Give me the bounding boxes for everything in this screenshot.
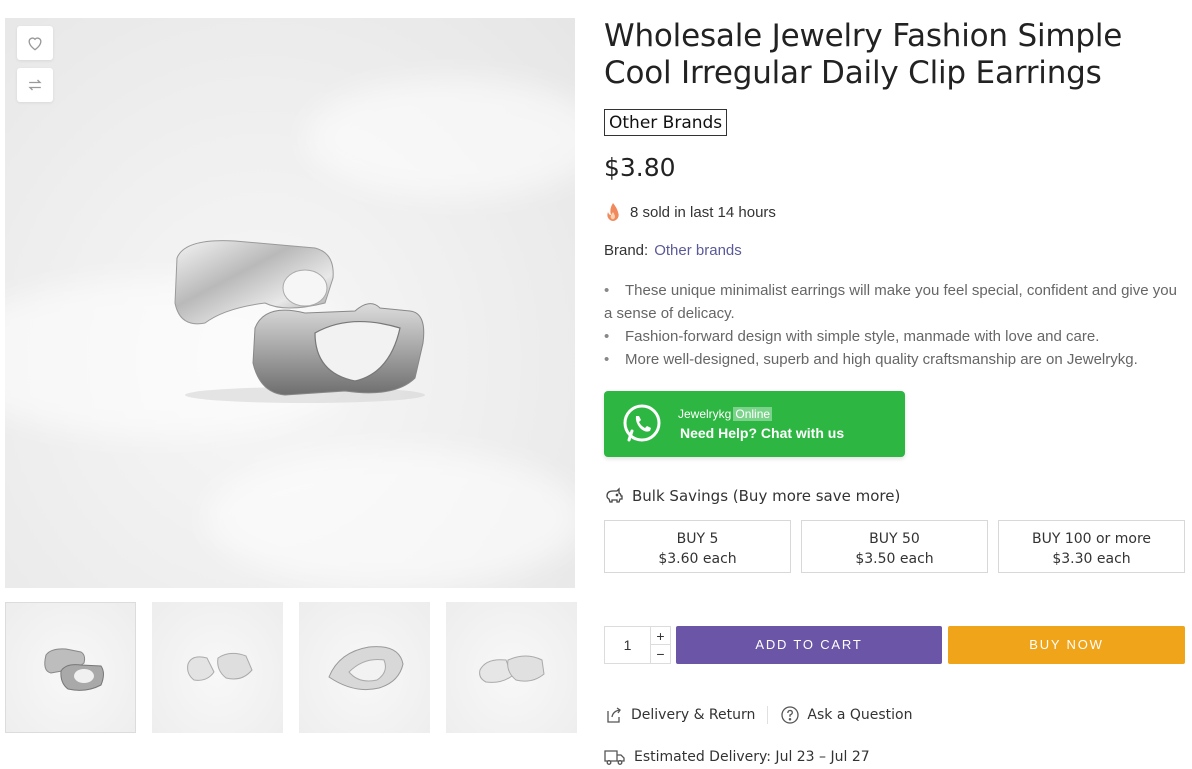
brand-line: Brand: Other brands: [604, 242, 1186, 259]
sold-counter: 8 sold in last 14 hours: [604, 202, 1186, 222]
whatsapp-name: Jewelrykg: [678, 407, 732, 421]
online-badge: Online: [733, 407, 773, 421]
share-box-icon: [607, 707, 621, 723]
bulk-savings-header: Bulk Savings (Buy more save more): [604, 486, 1186, 506]
delivery-return-label: Delivery & Return: [631, 707, 756, 723]
brand-link[interactable]: Other brands: [654, 242, 742, 259]
question-circle-icon: [781, 706, 800, 724]
quantity-stepper: 1 + −: [604, 626, 671, 664]
purchase-row: 1 + − ADD TO CART BUY NOW: [604, 626, 1186, 664]
thumbnail-strip: [5, 602, 577, 733]
estimated-delivery: Estimated Delivery: Jul 23 – Jul 27: [604, 748, 870, 766]
feature-item: • Fashion-forward design with simple styl…: [604, 328, 1100, 345]
bulk-tier-100[interactable]: BUY 100 or more $3.30 each: [998, 520, 1185, 573]
estimated-delivery-text: Estimated Delivery: Jul 23 – Jul 27: [634, 749, 870, 765]
brand-label: Brand:: [604, 242, 649, 259]
truck-icon: [604, 750, 625, 765]
whatsapp-chat-button[interactable]: Jewelrykg Online Need Help? Chat with us: [604, 391, 905, 457]
sold-text: 8 sold in last 14 hours: [630, 203, 776, 221]
buy-now-button[interactable]: BUY NOW: [948, 626, 1185, 664]
ask-question-label: Ask a Question: [807, 707, 913, 723]
compare-button[interactable]: [17, 68, 53, 102]
tier-price: $3.60 each: [658, 551, 737, 567]
info-links: Delivery & Return Ask a Question: [604, 705, 912, 725]
earring-illustration: [174, 240, 425, 403]
ask-question-link[interactable]: Ask a Question: [780, 705, 912, 725]
bulk-tier-50[interactable]: BUY 50 $3.50 each: [801, 520, 988, 573]
divider: [767, 706, 769, 724]
tier-qty: BUY 50: [869, 531, 920, 547]
product-info: Wholesale Jewelry Fashion Simple Cool Ir…: [604, 18, 1186, 573]
quantity-increase-button[interactable]: +: [650, 627, 670, 645]
tier-qty: BUY 5: [676, 531, 719, 547]
thumbnail-4[interactable]: [446, 602, 577, 733]
feature-item: • More well-designed, superb and high qua…: [604, 351, 1138, 368]
compare-icon: [28, 79, 42, 91]
add-to-cart-button[interactable]: ADD TO CART: [676, 626, 942, 664]
whatsapp-cta: Need Help? Chat with us: [680, 425, 845, 441]
thumbnail-2[interactable]: [152, 602, 283, 733]
product-price: $3.80: [604, 153, 676, 182]
wishlist-button[interactable]: [17, 26, 53, 60]
product-title: Wholesale Jewelry Fashion Simple Cool Ir…: [604, 18, 1123, 91]
whatsapp-icon: [623, 404, 661, 442]
delivery-return-link[interactable]: Delivery & Return: [604, 705, 755, 725]
bulk-tier-list: BUY 5 $3.60 each BUY 50 $3.50 each BUY 1…: [604, 520, 1186, 573]
quantity-input[interactable]: 1: [605, 627, 650, 663]
tier-price: $3.30 each: [1052, 551, 1131, 567]
main-product-image[interactable]: [5, 18, 575, 588]
tier-qty: BUY 100 or more: [1031, 531, 1152, 547]
feature-list: • These unique minimalist earrings will m…: [604, 279, 1186, 371]
bulk-savings-title: Bulk Savings (Buy more save more): [632, 487, 901, 505]
tier-price: $3.50 each: [855, 551, 934, 567]
heart-icon: [28, 37, 42, 51]
feature-item: • These unique minimalist earrings will m…: [604, 282, 1177, 322]
fire-icon: [607, 203, 619, 221]
thumbnail-3[interactable]: [299, 602, 430, 733]
thumbnail-1[interactable]: [5, 602, 136, 733]
piggy-bank-icon: [606, 487, 623, 503]
quantity-decrease-button[interactable]: −: [650, 645, 670, 663]
bulk-tier-5[interactable]: BUY 5 $3.60 each: [604, 520, 791, 573]
whatsapp-text: Jewelrykg Online Need Help? Chat with us: [678, 407, 844, 441]
brand-tag[interactable]: Other Brands: [604, 109, 728, 136]
